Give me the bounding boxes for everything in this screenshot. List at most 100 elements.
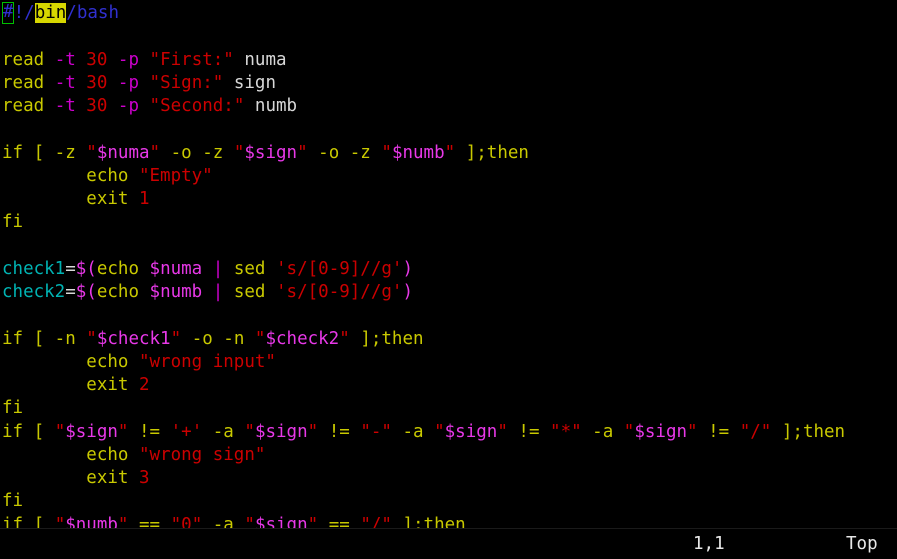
code-line[interactable]: if [ -z "$numa" -o -z "$sign" -o -z "$nu… xyxy=(2,142,897,165)
code-token: numa xyxy=(233,49,287,70)
code-token: $sign xyxy=(634,421,688,442)
code-line[interactable]: if [ -n "$check1" -o -n "$check2" ];then xyxy=(2,328,897,351)
code-line[interactable] xyxy=(2,25,897,48)
code-token: $numa xyxy=(96,142,150,163)
code-token: 3 xyxy=(138,468,150,488)
code-token: $sign xyxy=(444,421,498,442)
code-token: = xyxy=(65,282,76,302)
code-token: " xyxy=(497,421,508,442)
code-line[interactable]: exit 1 xyxy=(2,188,897,211)
terminal-window: #!/bin/bash read -t 30 -p "First:" numa r… xyxy=(0,0,897,559)
code-token: " xyxy=(54,421,66,442)
text-cursor: # xyxy=(2,2,14,24)
code-line[interactable]: exit 3 xyxy=(2,467,897,490)
code-token: sed xyxy=(233,258,277,279)
code-token: " xyxy=(233,142,245,163)
code-token: -t xyxy=(54,72,87,93)
code-token: $numb xyxy=(149,282,203,302)
code-line[interactable]: fi xyxy=(2,490,897,513)
code-token: "*" xyxy=(550,421,582,442)
code-token: $check1 xyxy=(96,328,171,349)
code-token: "wrong sign" xyxy=(138,444,266,465)
code-token: fi xyxy=(2,491,24,512)
code-token: " xyxy=(444,142,456,163)
code-token: if [ xyxy=(2,421,55,442)
vim-buffer-text-area[interactable]: #!/bin/bash read -t 30 -p "First:" numa r… xyxy=(0,0,897,535)
code-token: 30 xyxy=(86,49,108,70)
code-line[interactable]: echo "Empty" xyxy=(2,165,897,188)
code-token: ];then xyxy=(349,328,424,349)
code-line[interactable]: exit 2 xyxy=(2,374,897,397)
code-token: ) xyxy=(402,282,413,302)
code-token: -t xyxy=(54,96,87,116)
code-token: " xyxy=(623,421,635,442)
code-token: fi xyxy=(2,398,24,419)
code-line[interactable]: fi xyxy=(2,211,897,234)
code-line[interactable]: #!/bin/bash xyxy=(2,2,897,25)
code-token: -a xyxy=(202,421,245,442)
code-line[interactable] xyxy=(2,235,897,258)
status-cursor-position: 1,1 xyxy=(693,534,725,554)
code-line[interactable]: check2=$(echo $numb | sed 's/[0-9]//g') xyxy=(2,281,897,304)
code-line[interactable] xyxy=(2,304,897,327)
code-token: 's/[0-9]//g' xyxy=(276,258,403,279)
code-line[interactable]: read -t 30 -p "First:" numa xyxy=(2,49,897,72)
code-token: exit xyxy=(2,189,139,209)
code-token: -p xyxy=(117,49,139,70)
code-token: check2 xyxy=(2,282,66,302)
code-token: " xyxy=(244,421,255,442)
code-token: sed xyxy=(233,282,277,302)
code-token: if [ -z xyxy=(2,142,87,163)
code-token: / xyxy=(24,3,35,23)
code-token: "-" xyxy=(360,421,392,442)
code-token: bin xyxy=(34,3,67,23)
code-token: $check2 xyxy=(265,328,340,349)
code-token: ];then xyxy=(771,421,846,442)
code-token: check1 xyxy=(2,258,66,279)
code-line[interactable]: check1=$(echo $numa | sed 's/[0-9]//g') xyxy=(2,258,897,281)
code-token: $numa xyxy=(149,258,203,279)
code-token: -t xyxy=(54,49,87,70)
vim-status-bar: 1,1 Top xyxy=(0,528,897,559)
code-token: " xyxy=(381,142,392,163)
code-token: = xyxy=(65,258,76,279)
code-token: fi xyxy=(2,212,24,233)
code-token: != xyxy=(318,421,361,442)
code-line[interactable]: read -t 30 -p "Second:" numb xyxy=(2,95,897,118)
code-token: != xyxy=(507,421,551,442)
code-line[interactable]: if [ "$sign" != '+' -a "$sign" != "-" -a… xyxy=(2,421,897,444)
code-token: exit xyxy=(2,375,139,395)
code-token: $( xyxy=(75,258,97,279)
status-scroll-position: Top xyxy=(846,534,878,554)
code-token: 1 xyxy=(138,189,150,209)
code-line[interactable]: fi xyxy=(2,397,897,420)
code-token: " xyxy=(170,328,182,349)
code-token: " xyxy=(254,328,266,349)
code-token: -o -z xyxy=(307,142,382,163)
code-line[interactable]: read -t 30 -p "Sign:" sign xyxy=(2,72,897,95)
code-token: $sign xyxy=(254,421,308,442)
code-token: $sign xyxy=(65,421,118,442)
code-token: echo xyxy=(96,282,150,302)
code-token: " xyxy=(149,142,161,163)
code-line[interactable]: echo "wrong sign" xyxy=(2,444,897,467)
code-line[interactable] xyxy=(2,118,897,141)
code-token: 2 xyxy=(138,375,150,395)
code-token: != xyxy=(697,421,740,442)
code-token: | xyxy=(212,282,224,302)
code-token: " xyxy=(117,421,129,442)
code-token: != xyxy=(128,421,171,442)
code-token: $numb xyxy=(391,142,445,163)
code-line[interactable]: echo "wrong input" xyxy=(2,351,897,374)
code-token: 30 xyxy=(86,72,108,93)
code-token: "Sign:" xyxy=(149,72,224,93)
code-token: echo xyxy=(96,258,150,279)
code-token: ) xyxy=(402,258,413,279)
